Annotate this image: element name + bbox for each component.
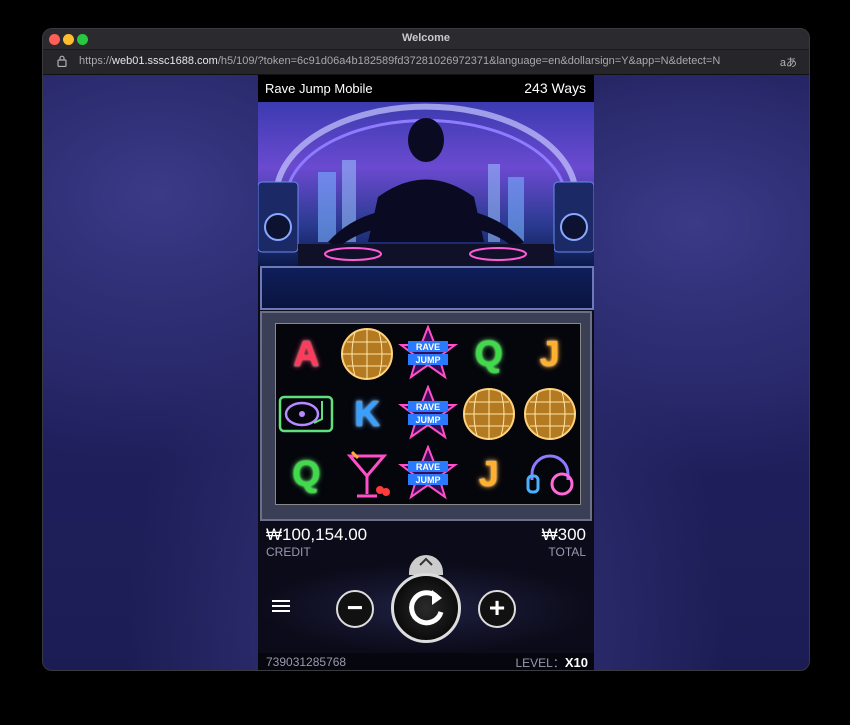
letter-k-symbol: K bbox=[354, 393, 381, 434]
svg-text:JUMP: JUMP bbox=[415, 475, 440, 485]
message-panel bbox=[260, 266, 594, 310]
title-bar: Welcome bbox=[43, 29, 809, 50]
letter-j-symbol: J bbox=[478, 453, 499, 494]
rave-jump-wild-symbol: RAVE JUMP bbox=[397, 384, 459, 444]
spin-icon bbox=[409, 590, 444, 626]
game-header: Rave Jump Mobile 243 Ways bbox=[258, 75, 594, 102]
headphones-symbol bbox=[519, 444, 580, 504]
letter-a-symbol: A bbox=[293, 333, 320, 374]
decrease-bet-button[interactable]: − bbox=[336, 590, 374, 628]
menu-icon[interactable] bbox=[272, 597, 290, 613]
plus-icon: + bbox=[488, 592, 506, 623]
svg-text:JUMP: JUMP bbox=[415, 355, 440, 365]
dj-illustration bbox=[258, 103, 594, 266]
game-footer: 739031285768 LEVEL：X10 bbox=[258, 653, 594, 670]
level-display: LEVEL：X10 bbox=[515, 655, 588, 670]
autospin-tab[interactable] bbox=[409, 555, 443, 575]
letter-q-symbol: Q bbox=[474, 333, 503, 374]
url-text[interactable]: https://web01.sssc1688.com/h5/109/?token… bbox=[79, 55, 769, 67]
turntable-symbol bbox=[276, 384, 337, 444]
total-bet-value: ₩300 bbox=[541, 525, 586, 544]
increase-bet-button[interactable]: + bbox=[478, 590, 516, 628]
total-bet-label: TOTAL bbox=[548, 545, 586, 559]
rave-jump-wild-symbol: RAVE JUMP bbox=[397, 324, 459, 384]
translate-icon[interactable]: aあ bbox=[780, 54, 797, 70]
game-title: Rave Jump Mobile bbox=[265, 81, 373, 96]
lock-icon bbox=[57, 55, 67, 67]
window-title: Welcome bbox=[401, 32, 451, 44]
page-content: Rave Jump Mobile 243 Ways A RAVE JUMP Q … bbox=[43, 75, 809, 670]
rave-jump-wild-symbol: RAVE JUMP bbox=[397, 444, 459, 504]
svg-text:RAVE: RAVE bbox=[416, 462, 440, 472]
cocktail-symbol bbox=[337, 444, 398, 504]
disco-ball-symbol bbox=[519, 384, 580, 444]
disco-ball-symbol bbox=[458, 384, 519, 444]
dj-stage-banner bbox=[258, 102, 594, 266]
spin-button[interactable] bbox=[391, 573, 461, 643]
chevron-up-icon bbox=[419, 557, 433, 566]
ways-count: 243 Ways bbox=[524, 80, 586, 96]
slot-game: Rave Jump Mobile 243 Ways A RAVE JUMP Q … bbox=[258, 75, 594, 670]
svg-text:JUMP: JUMP bbox=[415, 415, 440, 425]
round-serial: 739031285768 bbox=[266, 655, 347, 669]
reel-frame: A RAVE JUMP Q J K RAVE JUMP Q RAVE JUMP J bbox=[260, 311, 592, 521]
credit-value: ₩100,154.00 bbox=[266, 525, 368, 544]
letter-j-symbol: J bbox=[539, 333, 560, 374]
address-bar[interactable]: https://web01.sssc1688.com/h5/109/?token… bbox=[43, 50, 809, 75]
svg-text:RAVE: RAVE bbox=[416, 402, 440, 412]
browser-window: Welcome https://web01.sssc1688.com/h5/10… bbox=[42, 28, 810, 671]
disco-ball-symbol bbox=[337, 324, 398, 384]
minus-icon: − bbox=[346, 592, 364, 623]
credit-label: CREDIT bbox=[266, 545, 311, 559]
letter-q-symbol: Q bbox=[292, 453, 321, 494]
reel-grid: A RAVE JUMP Q J K RAVE JUMP Q RAVE JUMP J bbox=[275, 323, 581, 505]
control-bar: − + bbox=[258, 555, 594, 653]
svg-text:RAVE: RAVE bbox=[416, 342, 440, 352]
